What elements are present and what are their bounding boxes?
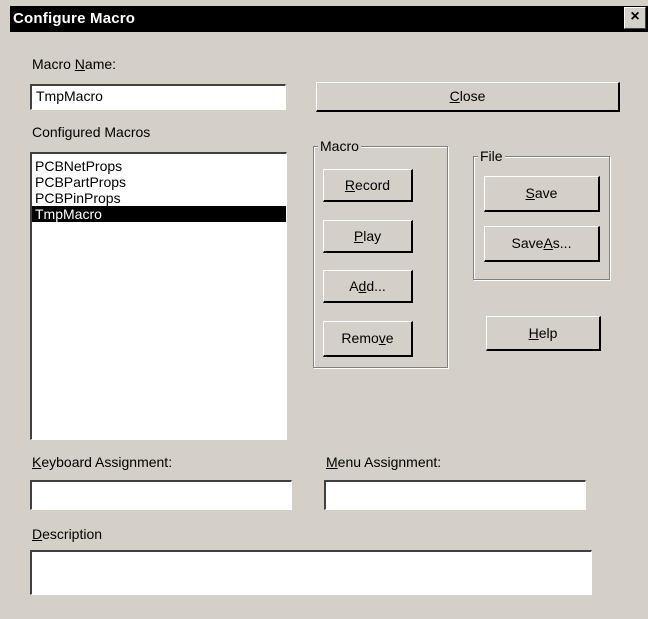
save-as-button[interactable]: Save As... xyxy=(484,226,600,262)
macro-group-legend: Macro xyxy=(318,138,361,154)
configured-macros-list[interactable]: PCBNetProps PCBPartProps PCBPinProps TmpMac… xyxy=(30,152,287,440)
save-button[interactable]: Save xyxy=(484,176,600,212)
help-button[interactable]: Help xyxy=(486,316,601,351)
list-item[interactable]: TmpMacro xyxy=(32,206,286,222)
close-window-icon[interactable]: × xyxy=(624,7,646,29)
description-label: Description xyxy=(32,526,103,542)
macro-name-input[interactable]: TmpMacro xyxy=(30,84,286,110)
window-title: Configure Macro xyxy=(13,10,136,27)
configured-macros-label: Configured Macros xyxy=(32,124,151,140)
menu-assignment-label: Menu Assignment: xyxy=(326,454,442,470)
list-item[interactable]: PCBNetProps xyxy=(32,158,286,174)
list-item[interactable]: PCBPinProps xyxy=(32,190,286,206)
list-item[interactable]: PCBPartProps xyxy=(32,174,286,190)
menu-assignment-input[interactable] xyxy=(324,480,586,510)
macro-name-value: TmpMacro xyxy=(36,88,103,104)
description-input[interactable] xyxy=(30,550,592,595)
configured-macros-items: PCBNetProps PCBPartProps PCBPinProps TmpMac… xyxy=(32,158,286,222)
file-group-legend: File xyxy=(478,148,505,164)
keyboard-assignment-input[interactable] xyxy=(30,480,292,510)
macro-name-label: Macro Name: xyxy=(32,56,117,72)
remove-button[interactable]: Remove xyxy=(323,321,413,357)
keyboard-assignment-label: Keyboard Assignment: xyxy=(32,454,173,470)
configure-macro-dialog: Configure Macro × Macro Name: TmpMacro C… xyxy=(0,0,648,619)
add-button[interactable]: Add... xyxy=(323,270,413,303)
close-button[interactable]: Close xyxy=(316,82,620,112)
play-button[interactable]: Play xyxy=(323,220,413,253)
title-bar: Configure Macro × xyxy=(10,6,648,32)
record-button[interactable]: Record xyxy=(323,169,413,202)
